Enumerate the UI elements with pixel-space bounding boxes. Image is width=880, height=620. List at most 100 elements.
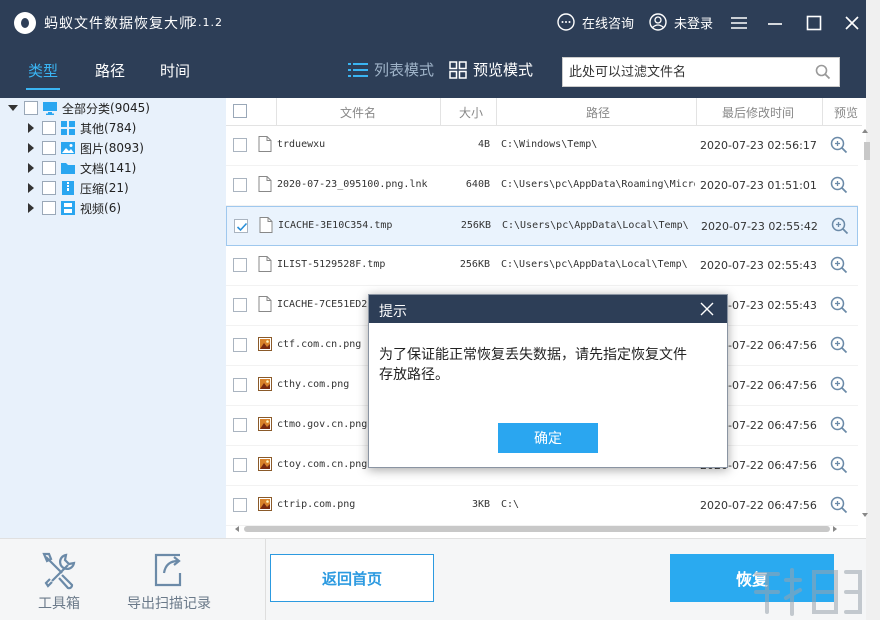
file-name: ICACHE-3E10C354.tmp: [278, 220, 393, 231]
column-header-time[interactable]: 最后修改时间: [722, 104, 794, 121]
dialog-header: 提示: [369, 295, 727, 323]
export-scan-record-button[interactable]: 导出扫描记录: [127, 549, 211, 613]
row-checkbox[interactable]: [233, 178, 247, 192]
preview-zoom-icon[interactable]: [830, 176, 848, 194]
collapse-icon[interactable]: [8, 105, 18, 111]
tree-label-image: 图片: [80, 141, 105, 156]
select-all-checkbox[interactable]: [233, 104, 247, 118]
tree-checkbox-image[interactable]: [42, 141, 56, 155]
column-header-preview: 预览: [834, 106, 859, 120]
column-header-name[interactable]: 文件名: [340, 104, 376, 121]
tab-time[interactable]: 时间: [160, 60, 190, 81]
preview-zoom-icon[interactable]: [830, 416, 848, 434]
preview-zoom-icon[interactable]: [830, 456, 848, 474]
bottom-bar: 工具箱 导出扫描记录 返回首页 恢复: [0, 538, 866, 620]
scroll-down-icon[interactable]: [860, 510, 870, 520]
vertical-scroll-thumb[interactable]: [864, 142, 870, 160]
file-modified-time: 2020-07-23 02:55:42: [701, 220, 818, 233]
tree-label-all: 全部分类: [62, 101, 111, 116]
tree-item-image[interactable]: 图片 (8093): [26, 138, 144, 158]
online-consult-button[interactable]: 在线咨询: [556, 12, 634, 32]
table-row[interactable]: 2020-07-23_095100.png.lnk 640B C:\Users\pc…: [226, 166, 858, 206]
row-checkbox[interactable]: [233, 138, 247, 152]
tree-checkbox-other[interactable]: [42, 121, 56, 135]
row-checkbox[interactable]: [233, 378, 247, 392]
column-separator: [822, 98, 823, 126]
row-checkbox[interactable]: [233, 338, 247, 352]
file-path: C:\Users\pc\AppData\Roaming\Microsoft: [501, 179, 695, 190]
prompt-dialog: 提示 为了保证能正常恢复丢失数据，请先指定恢复文件存放路径。 确定: [368, 294, 728, 468]
tree-item-video[interactable]: 视频 (6): [26, 198, 121, 218]
preview-mode-button[interactable]: 预览模式: [449, 59, 533, 80]
tree-checkbox-document[interactable]: [42, 161, 56, 175]
scroll-right-icon[interactable]: [830, 524, 840, 534]
category-tree: 全部分类(9045) 其他(784) 图片(8093) 文档(141): [0, 98, 226, 538]
header: 蚂蚁文件数据恢复大师 2.1.2 在线咨询 未登录 类型 路径 时间 列表模式: [0, 0, 866, 98]
file-size: 256KB: [459, 259, 490, 270]
list-icon: [348, 62, 368, 77]
preview-zoom-icon[interactable]: [830, 376, 848, 394]
preview-zoom-icon[interactable]: [830, 136, 848, 154]
monitor-icon: [43, 102, 57, 115]
filter-input[interactable]: [569, 58, 809, 86]
expand-icon[interactable]: [28, 123, 34, 133]
menu-icon[interactable]: [728, 12, 750, 34]
expand-icon[interactable]: [28, 183, 34, 193]
app-title: 蚂蚁文件数据恢复大师: [44, 16, 194, 32]
list-mode-button[interactable]: 列表模式: [348, 59, 434, 80]
tree-item-zip[interactable]: 压缩 (21): [26, 178, 129, 198]
tab-type[interactable]: 类型: [28, 60, 58, 81]
tab-path[interactable]: 路径: [95, 60, 125, 81]
dialog-close-icon[interactable]: [699, 301, 715, 317]
file-name: ILIST-5129528F.tmp: [277, 259, 386, 270]
close-icon[interactable]: [841, 12, 863, 34]
column-separator: [696, 98, 697, 126]
table-row[interactable]: ICACHE-3E10C354.tmp 256KB C:\Users\pc\AppD…: [226, 206, 858, 246]
file-path: C:\Users\pc\AppData\Local\Temp\: [501, 259, 688, 270]
horizontal-scroll-thumb[interactable]: [244, 526, 830, 532]
tree-label-other: 其他: [80, 121, 105, 136]
file-modified-time: 2020-07-22 06:47:56: [700, 499, 817, 512]
expand-icon[interactable]: [28, 143, 34, 153]
preview-zoom-icon[interactable]: [830, 336, 848, 354]
row-checkbox[interactable]: [233, 258, 247, 272]
expand-icon[interactable]: [28, 163, 34, 173]
tree-item-all[interactable]: 全部分类 (9045): [8, 98, 150, 118]
column-header-path[interactable]: 路径: [586, 104, 610, 121]
vertical-scrollbar[interactable]: [860, 126, 870, 524]
back-home-button[interactable]: 返回首页: [270, 554, 434, 602]
row-checkbox[interactable]: [233, 458, 247, 472]
scroll-left-icon[interactable]: [232, 524, 242, 534]
zip-icon: [62, 181, 74, 195]
check-icon: [236, 222, 248, 232]
dialog-ok-button[interactable]: 确定: [498, 423, 598, 453]
maximize-icon[interactable]: [803, 12, 825, 34]
tree-item-other[interactable]: 其他 (784): [26, 118, 136, 138]
image-icon: [61, 142, 75, 154]
tree-count-all: (9045): [110, 101, 150, 115]
table-row[interactable]: ILIST-5129528F.tmp 256KB C:\Users\pc\AppDa…: [226, 246, 858, 286]
column-header-size[interactable]: 大小: [459, 104, 483, 121]
tree-label-document: 文档: [80, 161, 105, 176]
preview-zoom-icon[interactable]: [830, 296, 848, 314]
row-checkbox[interactable]: [233, 498, 247, 512]
preview-zoom-icon[interactable]: [830, 496, 848, 514]
preview-zoom-icon[interactable]: [830, 256, 848, 274]
tree-checkbox-all[interactable]: [24, 101, 38, 115]
toolbox-button[interactable]: 工具箱: [38, 549, 80, 613]
preview-zoom-icon[interactable]: [831, 217, 849, 235]
tree-checkbox-video[interactable]: [42, 201, 56, 215]
row-checkbox[interactable]: [233, 298, 247, 312]
login-button[interactable]: 未登录: [648, 12, 713, 32]
table-row[interactable]: ctrip.com.png 3KB C:\ 2020-07-22 06:47:56: [226, 486, 858, 526]
tree-checkbox-zip[interactable]: [42, 181, 56, 195]
file-name: ctrip.com.png: [277, 499, 356, 510]
search-icon[interactable]: [815, 64, 831, 80]
table-row[interactable]: trduewxu 4B C:\Windows\Temp\ 2020-07-23 02:…: [226, 126, 858, 166]
scroll-up-icon[interactable]: [860, 126, 870, 136]
minimize-icon[interactable]: [764, 12, 786, 34]
row-checkbox[interactable]: [233, 418, 247, 432]
row-checkbox[interactable]: [234, 219, 248, 233]
expand-icon[interactable]: [28, 203, 34, 213]
tree-item-document[interactable]: 文档 (141): [26, 158, 136, 178]
